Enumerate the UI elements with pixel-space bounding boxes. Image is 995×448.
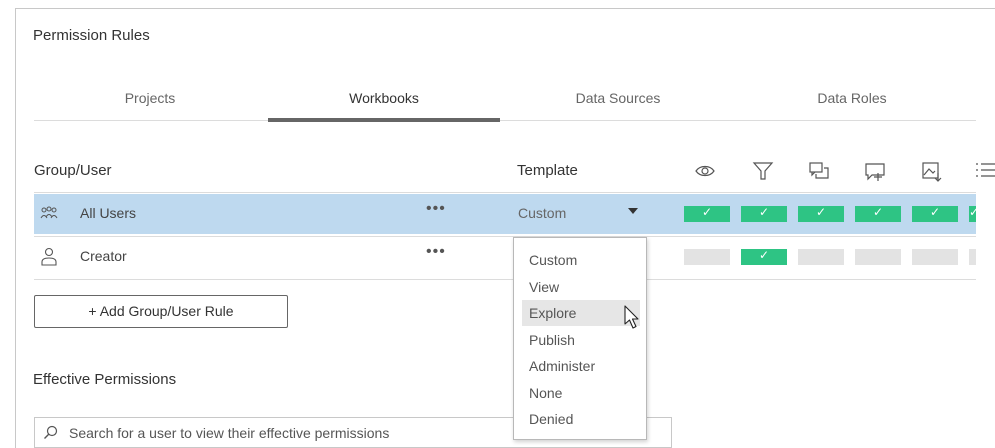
- capability-cell[interactable]: [855, 249, 901, 265]
- group-icon: [40, 206, 58, 219]
- row-divider: [34, 279, 976, 280]
- capability-cell[interactable]: [684, 205, 730, 222]
- capability-cell[interactable]: [855, 205, 901, 222]
- dropdown-option-explore[interactable]: Explore: [522, 300, 640, 326]
- header-divider: [34, 192, 976, 193]
- template-dropdown-menu: Custom View Explore Publish Administer N…: [513, 237, 647, 440]
- pointer-cursor-icon: [624, 305, 639, 329]
- add-comment-icon[interactable]: [864, 160, 886, 182]
- tab-bar: Projects Workbooks Data Sources Data Rol…: [34, 90, 976, 123]
- capability-cell[interactable]: [969, 205, 976, 222]
- more-options-button[interactable]: •••: [426, 200, 446, 218]
- tab-workbooks[interactable]: Workbooks: [268, 90, 500, 106]
- active-tab-indicator: [268, 118, 500, 122]
- user-icon: [41, 247, 57, 266]
- capability-cell[interactable]: [741, 248, 787, 265]
- summary-data-icon[interactable]: [974, 160, 995, 182]
- effective-permissions-title: Effective Permissions: [33, 371, 177, 388]
- capability-cell[interactable]: [741, 205, 787, 222]
- permission-rules-title: Permission Rules: [33, 27, 150, 44]
- chevron-down-icon[interactable]: [628, 208, 638, 214]
- tabs-divider: [34, 120, 976, 121]
- tab-data-sources[interactable]: Data Sources: [502, 90, 734, 106]
- tab-data-roles[interactable]: Data Roles: [736, 90, 968, 106]
- capability-cell[interactable]: [969, 249, 976, 265]
- table-row-creator[interactable]: Creator •••: [34, 237, 976, 277]
- comment-icon[interactable]: [808, 160, 830, 182]
- template-header: Template: [517, 162, 578, 179]
- row-name-all-users: All Users: [80, 205, 137, 221]
- group-user-header: Group/User: [34, 162, 112, 179]
- capability-cell[interactable]: [798, 249, 844, 265]
- capability-cell[interactable]: [912, 205, 958, 222]
- capability-cell[interactable]: [684, 249, 730, 265]
- more-options-button[interactable]: •••: [426, 243, 446, 261]
- filter-icon[interactable]: [752, 160, 774, 182]
- dropdown-option-view[interactable]: View: [522, 274, 640, 300]
- add-group-user-rule-button[interactable]: + Add Group/User Rule: [34, 295, 288, 328]
- row-name-creator: Creator: [80, 248, 127, 264]
- download-image-icon[interactable]: [920, 160, 942, 182]
- dropdown-option-none[interactable]: None: [522, 380, 640, 406]
- table-row-all-users[interactable]: All Users ••• Custom: [34, 194, 976, 234]
- view-icon[interactable]: [694, 160, 716, 182]
- capability-cell[interactable]: [912, 249, 958, 265]
- template-select[interactable]: Custom: [484, 194, 670, 234]
- search-icon: [44, 425, 58, 439]
- template-value: Custom: [518, 205, 567, 221]
- dropdown-option-publish[interactable]: Publish: [522, 327, 640, 353]
- capability-cell[interactable]: [798, 205, 844, 222]
- dropdown-option-denied[interactable]: Denied: [522, 406, 640, 432]
- dropdown-option-custom[interactable]: Custom: [522, 247, 640, 273]
- tab-projects[interactable]: Projects: [34, 90, 266, 106]
- dropdown-option-administer[interactable]: Administer: [522, 353, 640, 379]
